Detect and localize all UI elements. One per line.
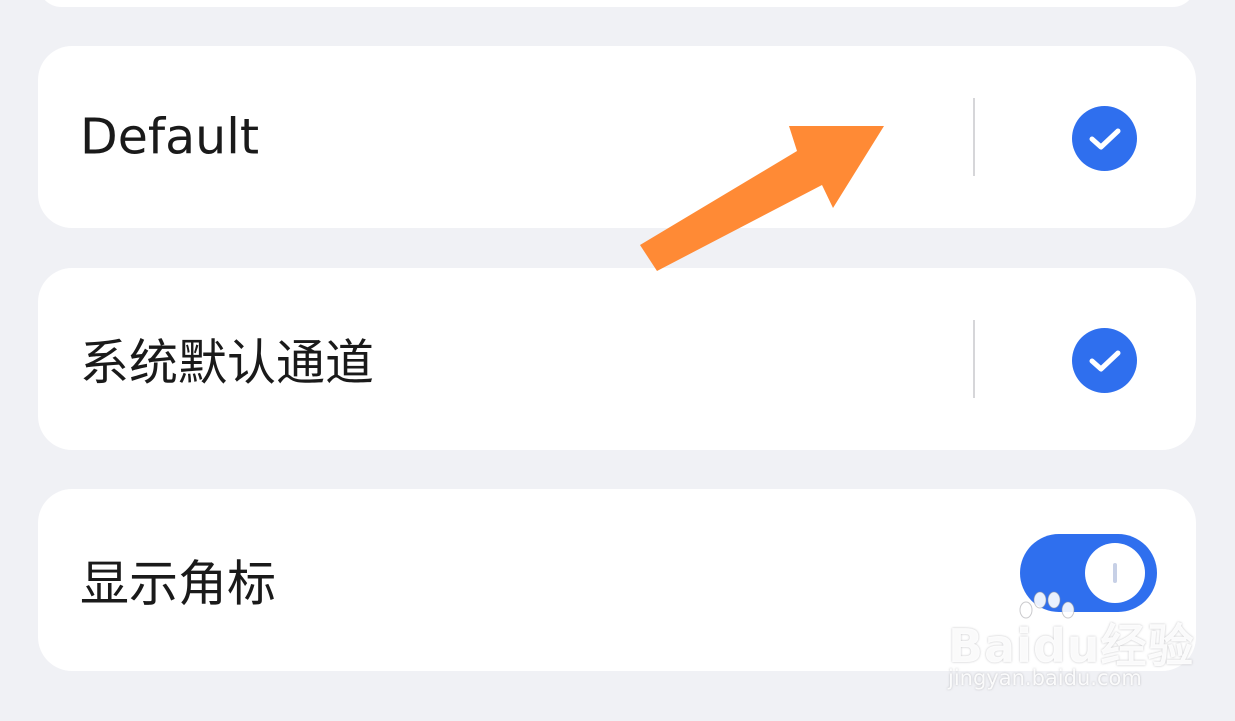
settings-row-system-default-channel[interactable]: 系统默认通道	[38, 268, 1196, 450]
row-label-system-default-channel: 系统默认通道	[80, 334, 375, 392]
check-icon	[1089, 128, 1120, 149]
row-label-show-badge: 显示角标	[80, 555, 277, 613]
switch-knob[interactable]	[1085, 543, 1145, 603]
default-check-toggle[interactable]	[1072, 106, 1137, 171]
system-default-channel-check-toggle[interactable]	[1072, 328, 1137, 393]
settings-row-default[interactable]: Default	[38, 46, 1196, 228]
row-divider	[973, 320, 975, 398]
row-divider	[973, 98, 975, 176]
check-icon	[1089, 350, 1120, 371]
switch-knob-mark	[1113, 563, 1117, 583]
watermark-url: jingyan.baidu.com	[948, 666, 1142, 690]
baidu-watermark: Baidu经验 jingyan.baidu.com	[948, 591, 1194, 704]
previous-settings-card	[38, 0, 1196, 7]
row-label-default: Default	[80, 108, 260, 166]
